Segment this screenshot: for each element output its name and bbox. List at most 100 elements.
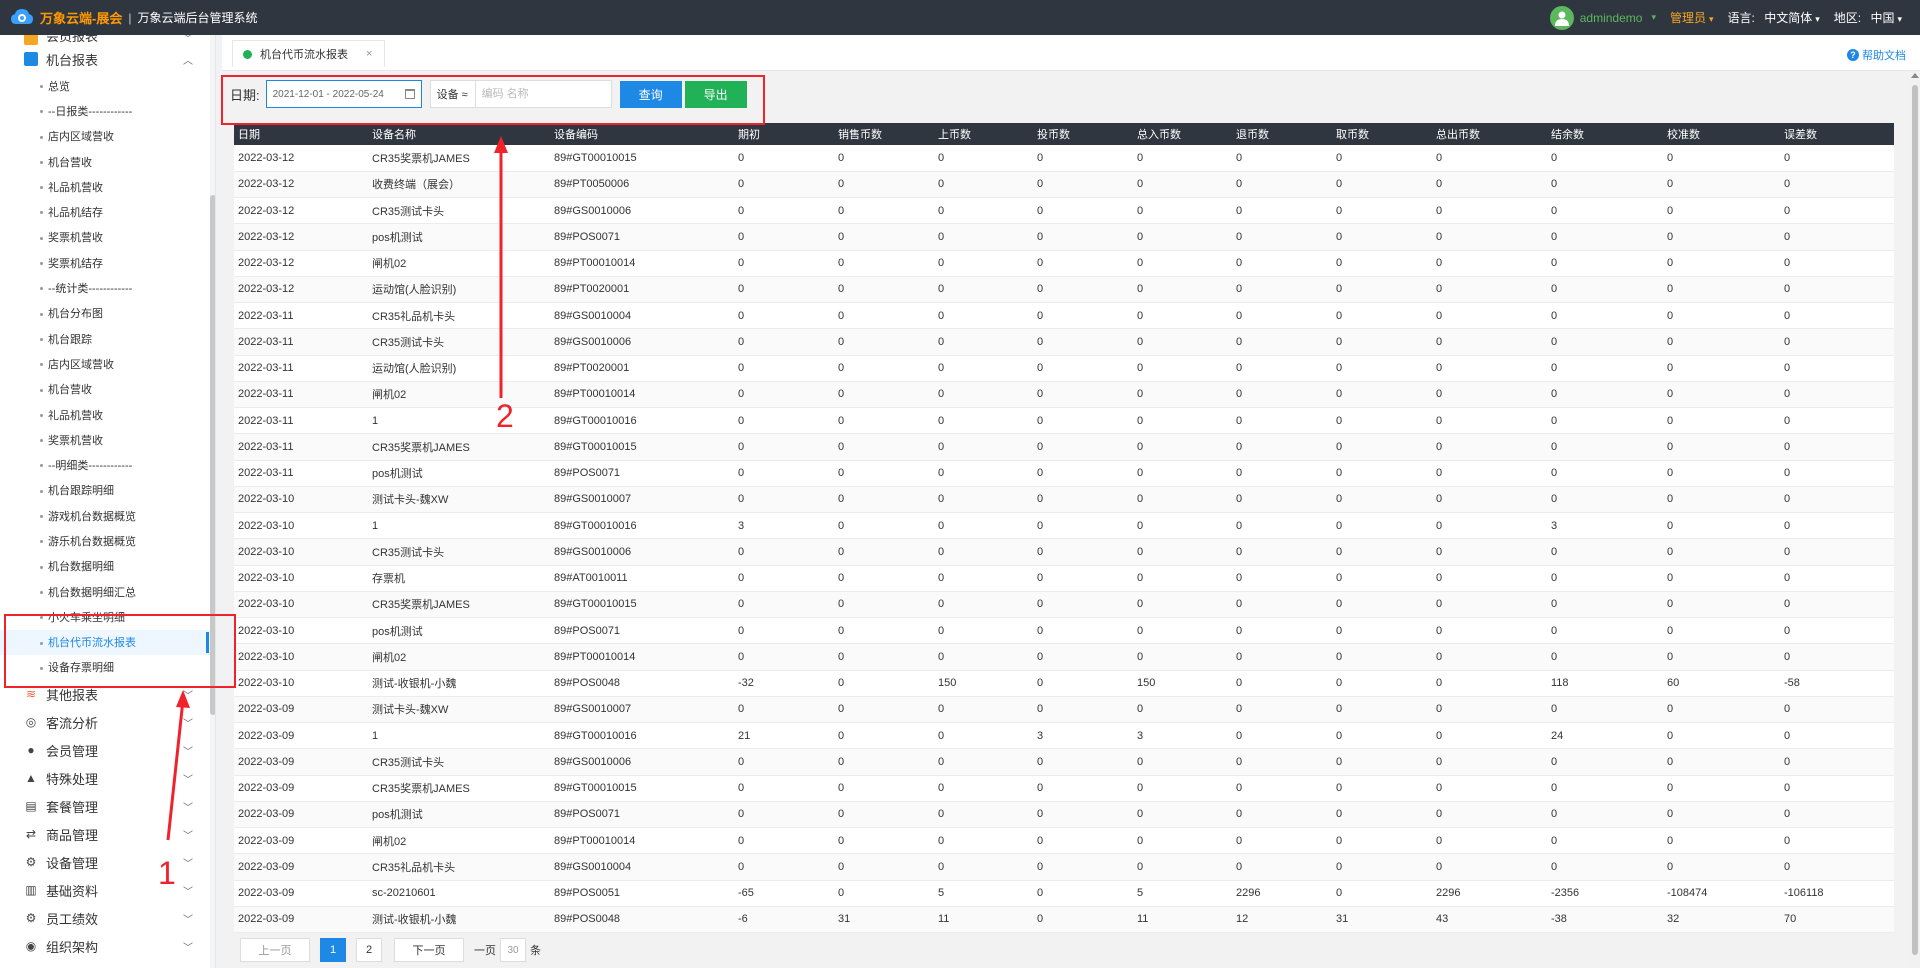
sidebar-group-device[interactable]: ⚙ 设备管理 ﹀ — [0, 848, 215, 876]
gear-icon: ⚙ — [25, 911, 37, 926]
sidebar-group-0[interactable]: 会员报表 ﹀ — [0, 35, 215, 45]
sidebar-item-15[interactable]: --明细类------------ — [0, 452, 215, 477]
per-page-input[interactable]: 30 — [500, 938, 526, 962]
help-docs-link[interactable]: ? 帮助文档 — [1847, 47, 1906, 63]
table-cell: 0 — [1780, 853, 1894, 881]
sidebar-item-5[interactable]: 礼品机结存 — [0, 199, 215, 224]
prev-page-button[interactable]: 上一页 — [240, 938, 310, 962]
table-cell: 89#GT00010015 — [550, 145, 734, 172]
sidebar-item-4[interactable]: 礼品机营收 — [0, 174, 215, 199]
sidebar-item-17[interactable]: 游戏机台数据概览 — [0, 503, 215, 528]
table-cell: 0 — [1432, 381, 1547, 409]
table-cell: 0 — [1033, 880, 1133, 907]
table-cell: 0 — [1232, 197, 1332, 225]
table-cell: 11 — [934, 906, 1033, 933]
language-selector[interactable]: 语言: 中文简体 ▾ — [1728, 9, 1820, 26]
close-icon[interactable]: × — [366, 48, 372, 60]
table-cell: 0 — [1547, 801, 1663, 829]
sidebar-item-10[interactable]: 机台跟踪 — [0, 326, 215, 351]
table-row: 2022-03-09 pos机测试 89#POS0071 0 0 0 0 0 0 0 0 0 0 0 — [234, 801, 1894, 829]
table-cell: 0 — [934, 512, 1033, 540]
sidebar-group-folder[interactable]: ▥ 基础资料 ﹀ — [0, 876, 215, 904]
content-scrollbar[interactable] — [1910, 71, 1920, 968]
per-page-unit: 条 — [530, 945, 541, 957]
table-row: 2022-03-11 pos机测试 89#POS0071 0 0 0 0 0 0 0 0 0 0 0 — [234, 460, 1894, 487]
page-1-button[interactable]: 1 — [320, 938, 346, 962]
sidebar-item-8[interactable]: --统计类------------ — [0, 275, 215, 300]
region-selector[interactable]: 地区: 中国 ▾ — [1834, 9, 1902, 26]
table-cell: 0 — [1432, 302, 1547, 330]
sidebar-item-9[interactable]: 机台分布图 — [0, 301, 215, 326]
table-cell: 0 — [734, 381, 834, 409]
sidebar-item-11[interactable]: 店内区域营收 — [0, 351, 215, 376]
chevron-down-icon: ▾ — [1709, 14, 1714, 24]
sidebar-group-1[interactable]: 机台报表 ︿ — [0, 45, 215, 73]
content-scrollbar-thumb[interactable] — [1912, 85, 1918, 955]
sidebar-item-7[interactable]: 奖票机结存 — [0, 250, 215, 275]
sidebar-group-org[interactable]: ◉ 组织架构 ﹀ — [0, 932, 215, 960]
table-cell: 0 — [1547, 591, 1663, 619]
sidebar-item-18[interactable]: 游乐机台数据概览 — [0, 528, 215, 553]
table-cell: 0 — [834, 223, 934, 251]
sidebar-item-label: 店内区域营收 — [48, 358, 114, 371]
table-cell: 0 — [1232, 355, 1332, 382]
table-cell: 测试卡头-魏XW — [368, 696, 550, 724]
sidebar-item-12[interactable]: 机台营收 — [0, 377, 215, 402]
table-cell: 2022-03-12 — [234, 223, 368, 251]
table-cell: 0 — [1432, 696, 1547, 724]
sidebar-group-user[interactable]: ● 会员管理 ﹀ — [0, 736, 215, 764]
table-cell: 0 — [1033, 171, 1133, 199]
sidebar-group-warning[interactable]: ▲ 特殊处理 ﹀ — [0, 764, 215, 792]
sidebar-group-exchange[interactable]: ⇄ 商品管理 ﹀ — [0, 820, 215, 848]
role-menu[interactable]: 管理员 ▾ — [1670, 9, 1714, 26]
warning-icon: ▲ — [25, 771, 37, 786]
table-cell: 0 — [1547, 223, 1663, 251]
sidebar-item-3[interactable]: 机台营收 — [0, 149, 215, 174]
sidebar-item-0[interactable]: 总览 — [0, 73, 215, 98]
table-cell: 0 — [1133, 565, 1232, 592]
table-cell: CR35测试卡头 — [368, 328, 550, 356]
target-icon: ◎ — [25, 715, 37, 730]
sidebar-group-package[interactable]: ▤ 套餐管理 ﹀ — [0, 792, 215, 820]
sidebar-item-2[interactable]: 店内区域营收 — [0, 124, 215, 149]
sidebar-item-14[interactable]: 奖票机营收 — [0, 427, 215, 452]
table-cell: 存票机 — [368, 565, 550, 592]
table-cell: 0 — [1232, 565, 1332, 592]
table-cell: 2022-03-10 — [234, 565, 368, 592]
table-cell: 0 — [734, 223, 834, 251]
tab-machine-token-report[interactable]: 机台代币流水报表 × — [232, 40, 386, 67]
sidebar-item-6[interactable]: 奖票机营收 — [0, 225, 215, 250]
table-cell: 0 — [734, 171, 834, 199]
active-dot-icon — [243, 49, 252, 59]
sidebar-group-label: 商品管理 — [46, 827, 99, 843]
sidebar-item-13[interactable]: 礼品机营收 — [0, 402, 215, 427]
table-row: 2022-03-11 闸机02 89#PT00010014 0 0 0 0 0 0 0 0 0 0 0 — [234, 381, 1894, 409]
table-cell: 0 — [1232, 302, 1332, 330]
sidebar-item-20[interactable]: 机台数据明细汇总 — [0, 579, 215, 604]
sidebar-item-19[interactable]: 机台数据明细 — [0, 554, 215, 579]
help-icon: ? — [1847, 49, 1859, 61]
table-cell: 0 — [1133, 696, 1232, 724]
page-2-button[interactable]: 2 — [356, 938, 382, 962]
table-cell: 0 — [1663, 617, 1780, 645]
next-page-button[interactable]: 下一页 — [394, 938, 464, 962]
table-cell: 0 — [934, 328, 1033, 356]
sidebar-group-label: 基础资料 — [46, 883, 99, 899]
scroll-up-arrow-icon[interactable] — [1911, 73, 1919, 78]
sidebar-group-target[interactable]: ◎ 客流分析 ﹀ — [0, 708, 215, 736]
sidebar-group-gear[interactable]: ⚙ 员工绩效 ﹀ — [0, 904, 215, 932]
user-menu[interactable]: admindemo ▾ — [1549, 5, 1656, 30]
sidebar-item-16[interactable]: 机台跟踪明细 — [0, 478, 215, 503]
table-cell: 0 — [1133, 853, 1232, 881]
table-row: 2022-03-11 运动馆(人脸识别) 89#PT0020001 0 0 0 0 0 0 0 0 0… — [234, 355, 1894, 382]
table-cell: 0 — [734, 197, 834, 225]
table-cell: 11 — [1133, 906, 1232, 933]
table-cell: CR35奖票机JAMES — [368, 775, 550, 802]
table-cell: 0 — [834, 381, 934, 409]
table-row: 2022-03-10 测试-收银机-小魏 89#POS0048 -32 0 150 0 150… — [234, 670, 1894, 697]
chevron-down-icon: ﹀ — [183, 830, 193, 842]
sidebar-item-1[interactable]: --日报类------------ — [0, 98, 215, 123]
sidebar-scrollbar[interactable] — [210, 35, 215, 968]
table-cell: 2022-03-12 — [234, 171, 368, 199]
sidebar-item-label: 奖票机营收 — [48, 434, 103, 447]
